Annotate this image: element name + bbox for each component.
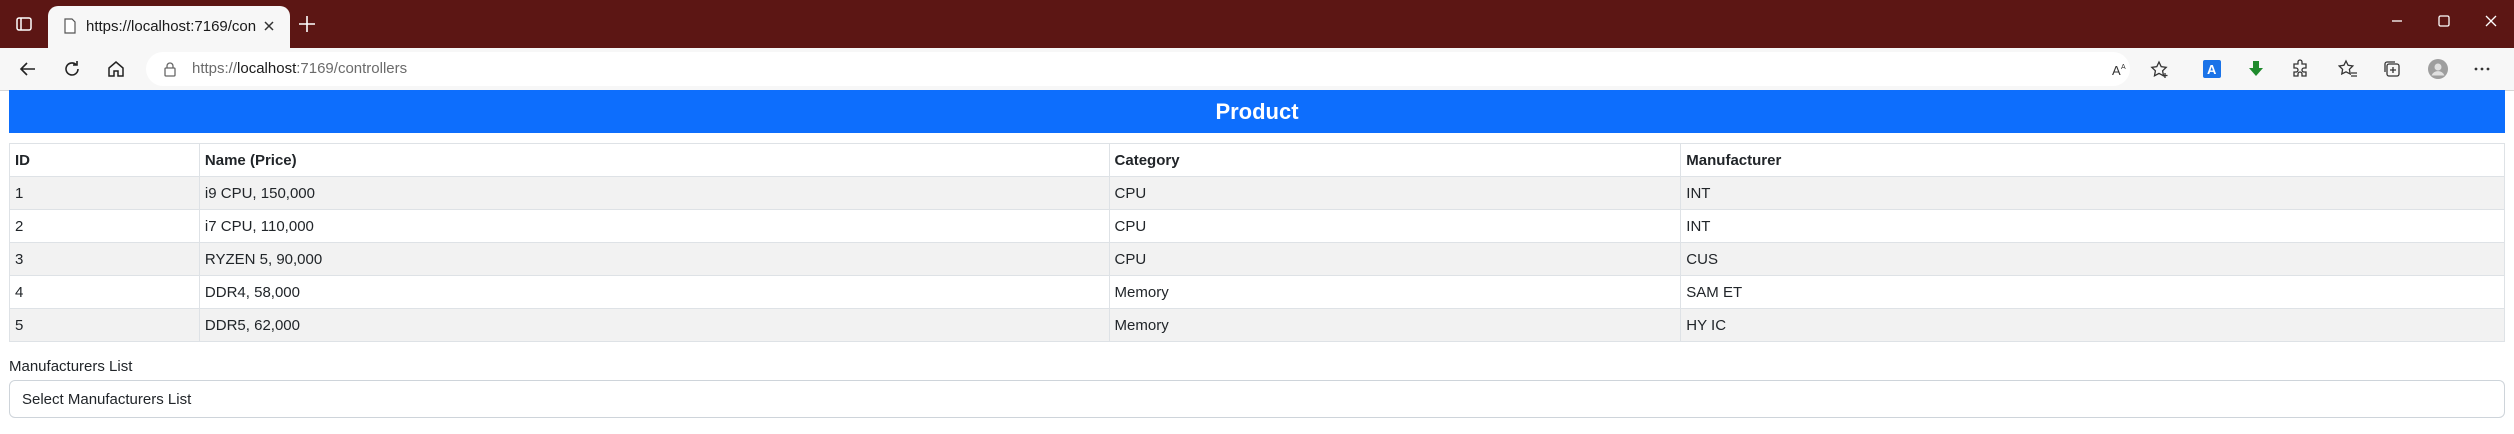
new-tab-icon[interactable] xyxy=(294,11,320,37)
manufacturers-label: Manufacturers List xyxy=(9,358,133,375)
cell-category: CPU xyxy=(1108,209,1682,243)
cell-category: Memory xyxy=(1108,275,1682,309)
cell-name-price: i9 CPU, 150,000 xyxy=(198,176,1110,210)
add-favorite-icon[interactable] xyxy=(2150,60,2170,80)
svg-text:A: A xyxy=(2112,63,2121,78)
table-row: 3 RYZEN 5, 90,000 CPU CUS xyxy=(9,242,2505,276)
close-icon[interactable] xyxy=(260,17,278,35)
browser-titlebar: https://localhost:7169/controllers xyxy=(0,0,2514,48)
header-manufacturer: Manufacturer xyxy=(1680,143,2505,177)
cell-manufacturer: INT xyxy=(1680,209,2505,243)
header-name-price: Name (Price) xyxy=(198,143,1110,177)
more-menu-icon[interactable] xyxy=(2470,58,2494,80)
home-icon[interactable] xyxy=(102,55,130,83)
lock-icon[interactable] xyxy=(162,61,178,77)
table-row: 2 i7 CPU, 110,000 CPU INT xyxy=(9,209,2505,243)
cell-name-price: DDR4, 58,000 xyxy=(198,275,1110,309)
manufacturers-select[interactable]: Select Manufacturers List xyxy=(9,380,2505,418)
translate-extension-icon[interactable]: A xyxy=(2200,58,2224,80)
cell-category: CPU xyxy=(1108,242,1682,276)
table-row: 4 DDR4, 58,000 Memory SAM ET xyxy=(9,275,2505,309)
page-content: Product ID Name (Price) Category Manufac… xyxy=(0,90,2514,434)
products-table: ID Name (Price) Category Manufacturer 1 … xyxy=(9,143,2505,342)
minimize-icon[interactable] xyxy=(2372,6,2422,36)
cell-id: 5 xyxy=(9,308,200,342)
read-aloud-icon[interactable]: AA xyxy=(2110,60,2130,80)
back-icon[interactable] xyxy=(14,55,42,83)
cell-id: 3 xyxy=(9,242,200,276)
cell-name-price: i7 CPU, 110,000 xyxy=(198,209,1110,243)
cell-manufacturer: SAM ET xyxy=(1680,275,2505,309)
collections-icon[interactable] xyxy=(2380,58,2404,80)
url-host: localhost xyxy=(237,60,297,77)
cell-name-price: RYZEN 5, 90,000 xyxy=(198,242,1110,276)
header-id: ID xyxy=(9,143,200,177)
browser-toolbar: https://localhost:7169/controllers AA A xyxy=(0,48,2514,91)
table-row: 5 DDR5, 62,000 Memory HY IC xyxy=(9,308,2505,342)
browser-tab[interactable]: https://localhost:7169/controllers xyxy=(48,6,290,48)
svg-text:A: A xyxy=(2207,62,2217,77)
download-extension-icon[interactable] xyxy=(2244,58,2268,80)
profile-avatar-icon[interactable] xyxy=(2426,58,2450,80)
cell-id: 4 xyxy=(9,275,200,309)
maximize-icon[interactable] xyxy=(2419,6,2469,36)
cell-manufacturer: INT xyxy=(1680,176,2505,210)
cell-manufacturer: CUS xyxy=(1680,242,2505,276)
cell-name-price: DDR5, 62,000 xyxy=(198,308,1110,342)
url-text[interactable]: https://localhost:7169/controllers xyxy=(192,60,407,77)
page-title: Product xyxy=(9,90,2505,133)
address-bar[interactable]: https://localhost:7169/controllers AA xyxy=(146,52,2168,86)
table-header-row: ID Name (Price) Category Manufacturer xyxy=(9,143,2505,177)
cell-manufacturer: HY IC xyxy=(1680,308,2505,342)
refresh-icon[interactable] xyxy=(58,55,86,83)
url-path: :7169/controllers xyxy=(296,60,408,77)
manufacturers-select-value: Select Manufacturers List xyxy=(22,391,192,408)
cell-category: CPU xyxy=(1108,176,1682,210)
extensions-icon[interactable] xyxy=(2288,58,2312,80)
cell-category: Memory xyxy=(1108,308,1682,342)
svg-text:A: A xyxy=(2121,64,2126,71)
cell-id: 2 xyxy=(9,209,200,243)
close-window-icon[interactable] xyxy=(2466,6,2514,36)
header-category: Category xyxy=(1108,143,1682,177)
tab-title: https://localhost:7169/controllers xyxy=(86,18,256,35)
page-icon xyxy=(64,18,76,34)
tab-actions-icon[interactable] xyxy=(10,10,38,38)
cell-id: 1 xyxy=(9,176,200,210)
url-scheme: https:// xyxy=(192,60,238,77)
favorites-icon[interactable] xyxy=(2336,58,2360,80)
table-row: 1 i9 CPU, 150,000 CPU INT xyxy=(9,176,2505,210)
